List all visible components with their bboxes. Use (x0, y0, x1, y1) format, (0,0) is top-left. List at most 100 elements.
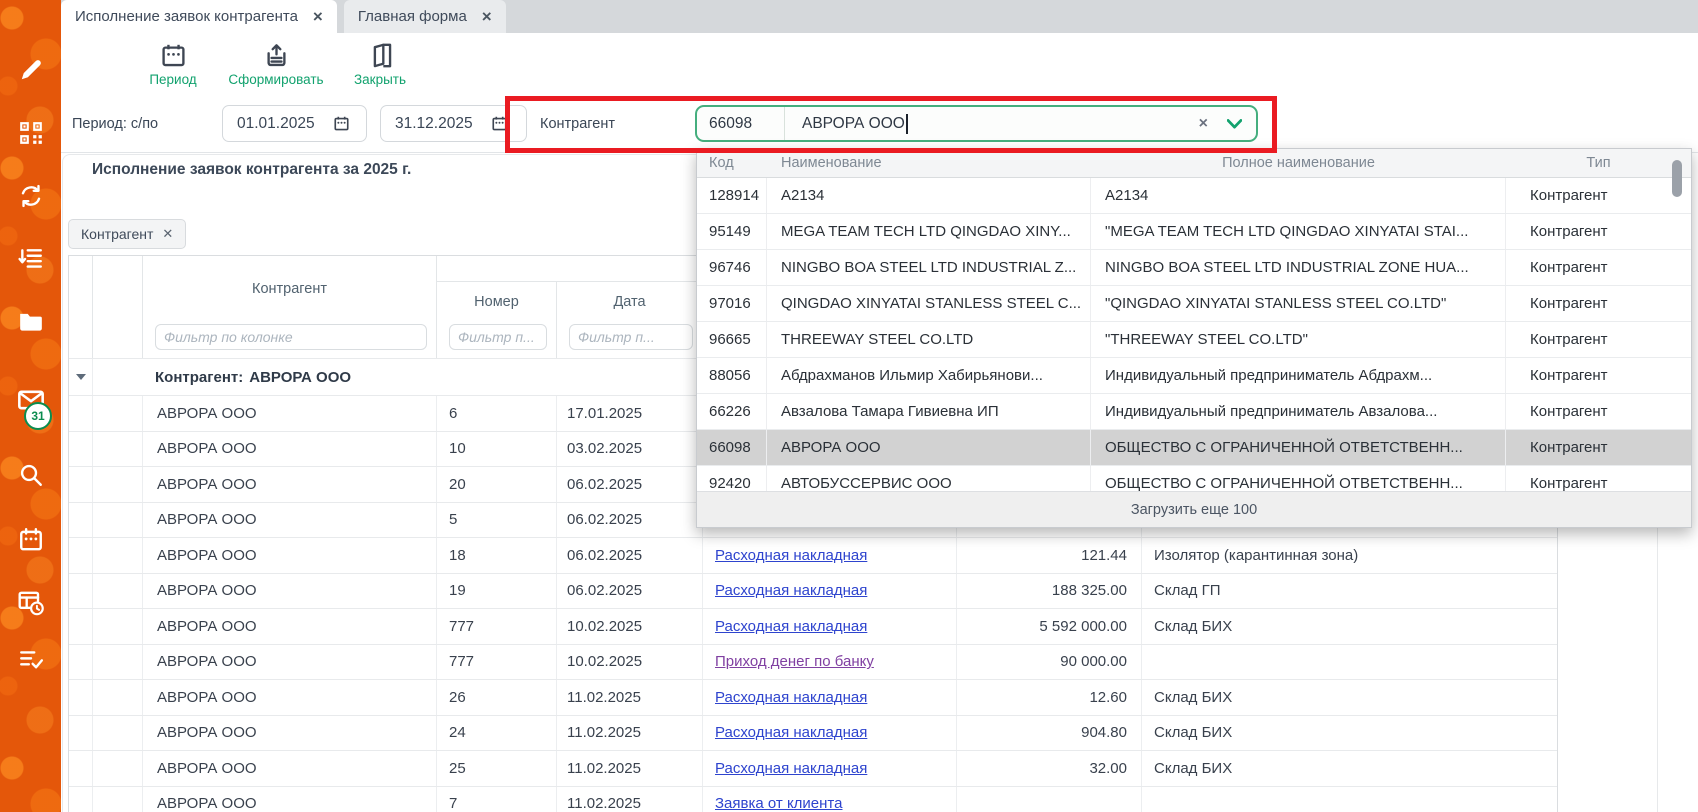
search-icon[interactable] (0, 461, 61, 489)
counterparty-name: АВРОРА ООО (802, 115, 905, 133)
calendar-icon[interactable] (333, 115, 350, 132)
dropdown-row[interactable]: 96665THREEWAY STEEL CO.LTD"THREEWAY STEE… (697, 322, 1691, 358)
dropdown-row[interactable]: 96746NINGBO BOA STEEL LTD INDUSTRIAL Z..… (697, 250, 1691, 286)
date-cell: 11.02.2025 (557, 716, 703, 751)
column-header-date[interactable]: Дата (557, 282, 703, 322)
amount-cell (957, 787, 1142, 812)
tab-bar: Исполнение заявок контрагента × Главная … (61, 0, 1698, 33)
chip-remove-icon[interactable]: ✕ (162, 226, 173, 242)
dropdown-cell: 97016 (697, 286, 767, 321)
number-cell: 777 (437, 609, 557, 644)
close-button[interactable]: Закрыть (343, 41, 417, 87)
spacer-cell (93, 609, 143, 644)
dropdown-cell: A2134 (1091, 178, 1506, 213)
chevron-down-icon[interactable] (1227, 107, 1242, 140)
warehouse-cell (1142, 787, 1557, 812)
text-cursor (906, 114, 908, 134)
dropdown-cell: 96746 (697, 250, 767, 285)
number-cell: 25 (437, 751, 557, 786)
date-cell: 06.02.2025 (557, 574, 703, 609)
document-link[interactable]: Расходная накладная (715, 618, 867, 635)
collapse-group-button[interactable] (69, 359, 93, 395)
dropdown-cell: 95149 (697, 214, 767, 249)
counterparty-column-filter-input[interactable] (155, 324, 427, 350)
dropdown-row[interactable]: 95149MEGA TEAM TECH LTD QINGDAO XINY..."… (697, 214, 1691, 250)
document-link[interactable]: Приход денег по банку (715, 653, 874, 670)
report-title: Исполнение заявок контрагента за 2025 г. (92, 161, 411, 179)
counterparty-dropdown: КодНаименованиеПолное наименованиеТип 12… (696, 148, 1692, 528)
tab-close-icon[interactable]: × (313, 8, 323, 25)
checklist-icon[interactable] (0, 646, 61, 674)
date-from-input[interactable] (223, 115, 333, 133)
date-column-filter-input[interactable] (569, 324, 693, 350)
dropdown-cell: NINGBO BOA STEEL LTD INDUSTRIAL Z... (767, 250, 1091, 285)
counterparty-cell: АВРОРА ООО (143, 787, 437, 812)
period-button[interactable]: Период (140, 41, 206, 87)
group-label: Контрагент: (155, 369, 243, 386)
table-row: АВРОРА ООО2411.02.2025Расходная накладна… (69, 715, 1557, 751)
expand-cell (69, 609, 93, 644)
tab-ispolnenie-zayavok[interactable]: Исполнение заявок контрагента × (61, 0, 337, 33)
expand-cell (69, 467, 93, 502)
tab-close-icon[interactable]: × (482, 8, 492, 25)
tab-glavnaya-forma[interactable]: Главная форма × (344, 0, 506, 33)
spacer-cell (93, 467, 143, 502)
dropdown-cell: Контрагент (1506, 430, 1691, 465)
date-to-field[interactable] (380, 105, 527, 142)
document-link[interactable]: Расходная накладная (715, 724, 867, 741)
table-row: АВРОРА ООО2511.02.2025Расходная накладна… (69, 750, 1557, 786)
close-button-label: Закрыть (354, 72, 406, 87)
date-to-input[interactable] (381, 115, 491, 133)
spacer-cell (93, 787, 143, 812)
calendar-icon[interactable] (0, 526, 61, 554)
dropdown-cell: 66226 (697, 394, 767, 429)
chip-label: Контрагент (81, 226, 153, 242)
sidebar: 31 (0, 0, 61, 812)
dropdown-row[interactable]: 128914A2134A2134Контрагент (697, 178, 1691, 214)
dropdown-row[interactable]: 66226Авзалова Тамара Гивиевна ИПИндивиду… (697, 394, 1691, 430)
door-icon (368, 41, 393, 69)
spacer-cell (93, 751, 143, 786)
amount-cell: 90 000.00 (957, 645, 1142, 680)
counterparty-combo[interactable]: 66098 АВРОРА ООО × (695, 105, 1258, 142)
warehouse-cell: Склад ГП (1142, 574, 1557, 609)
print-list-icon[interactable] (0, 245, 61, 273)
dropdown-row[interactable]: 88056Абдрахманов Ильмир Хабирьянови...Ин… (697, 358, 1691, 394)
folder-icon[interactable] (0, 308, 61, 336)
document-link[interactable]: Расходная накладная (715, 760, 867, 777)
dropdown-cell: Контрагент (1506, 214, 1691, 249)
generate-button[interactable]: Сформировать (213, 41, 339, 87)
dropdown-cell: 128914 (697, 178, 767, 213)
clear-icon[interactable]: × (1199, 107, 1208, 140)
dropdown-scrollbar-thumb[interactable] (1672, 160, 1682, 197)
warehouse-cell: Склад БИХ (1142, 609, 1557, 644)
number-column-filter-input[interactable] (449, 324, 547, 350)
dropdown-cell: NINGBO BOA STEEL LTD INDUSTRIAL ZONE HUA… (1091, 250, 1506, 285)
counterparty-name-input[interactable]: АВРОРА ООО (785, 114, 1256, 134)
sync-icon[interactable] (0, 182, 61, 210)
pencil-icon[interactable] (0, 56, 61, 84)
dropdown-row[interactable]: 66098АВРОРА ООООБЩЕСТВО С ОГРАНИЧЕННОЙ О… (697, 430, 1691, 466)
column-header-counterparty[interactable]: Контрагент (143, 256, 437, 322)
date-from-field[interactable] (222, 105, 367, 142)
qr-code-icon[interactable] (0, 119, 61, 147)
triangle-down-icon (76, 374, 86, 380)
load-more-button[interactable]: Загрузить еще 100 (697, 491, 1691, 527)
column-header-number[interactable]: Номер (437, 282, 557, 322)
counterparty-code[interactable]: 66098 (697, 107, 785, 140)
spacer-cell (93, 432, 143, 467)
date-cell: 06.02.2025 (557, 467, 703, 502)
document-link[interactable]: Заявка от клиента (715, 795, 842, 812)
expand-cell (69, 645, 93, 680)
document-link[interactable]: Расходная накладная (715, 689, 867, 706)
document-link[interactable]: Расходная накладная (715, 582, 867, 599)
number-cell: 5 (437, 503, 557, 538)
document-link[interactable]: Расходная накладная (715, 547, 867, 564)
date-cell: 11.02.2025 (557, 787, 703, 812)
amount-cell: 904.80 (957, 716, 1142, 751)
calendar-icon[interactable] (491, 115, 508, 132)
report-clock-icon[interactable] (0, 589, 61, 617)
dropdown-row[interactable]: 97016QINGDAO XINYATAI STANLESS STEEL C..… (697, 286, 1691, 322)
date-cell: 11.02.2025 (557, 751, 703, 786)
counterparty-filter-chip[interactable]: Контрагент ✕ (68, 219, 186, 249)
